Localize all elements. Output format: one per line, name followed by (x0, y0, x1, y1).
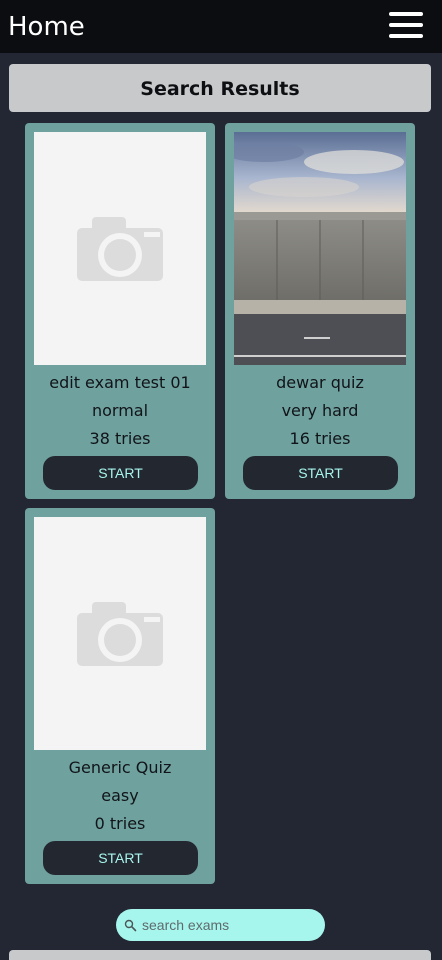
camera-placeholder-icon (34, 132, 206, 365)
search-input[interactable] (142, 913, 317, 937)
bottom-panel (9, 950, 431, 960)
exam-difficulty: easy (101, 786, 139, 805)
exam-title: edit exam test 01 (49, 373, 191, 392)
exam-title: dewar quiz (276, 373, 364, 392)
search-results-header: Search Results (9, 64, 431, 112)
page-title: Home (8, 12, 85, 42)
exam-card: dewar quiz very hard 16 tries START (225, 123, 415, 499)
exam-difficulty: very hard (281, 401, 359, 420)
exam-tries: 0 tries (94, 814, 146, 833)
hamburger-menu-icon[interactable] (387, 10, 425, 40)
app-bar: Home (0, 0, 442, 53)
exam-difficulty: normal (91, 401, 149, 420)
exam-tries: 38 tries (89, 429, 151, 448)
camera-placeholder-icon (34, 517, 206, 750)
search-bar[interactable] (116, 909, 325, 941)
start-button[interactable]: START (43, 841, 198, 875)
start-button[interactable]: START (243, 456, 398, 490)
exam-card: Generic Quiz easy 0 tries START (25, 508, 215, 884)
concrete-wall-photo (234, 132, 406, 365)
exam-title: Generic Quiz (68, 758, 172, 777)
search-icon (124, 919, 137, 932)
exam-card: edit exam test 01 normal 38 tries START (25, 123, 215, 499)
start-button[interactable]: START (43, 456, 198, 490)
exam-tries: 16 tries (289, 429, 351, 448)
